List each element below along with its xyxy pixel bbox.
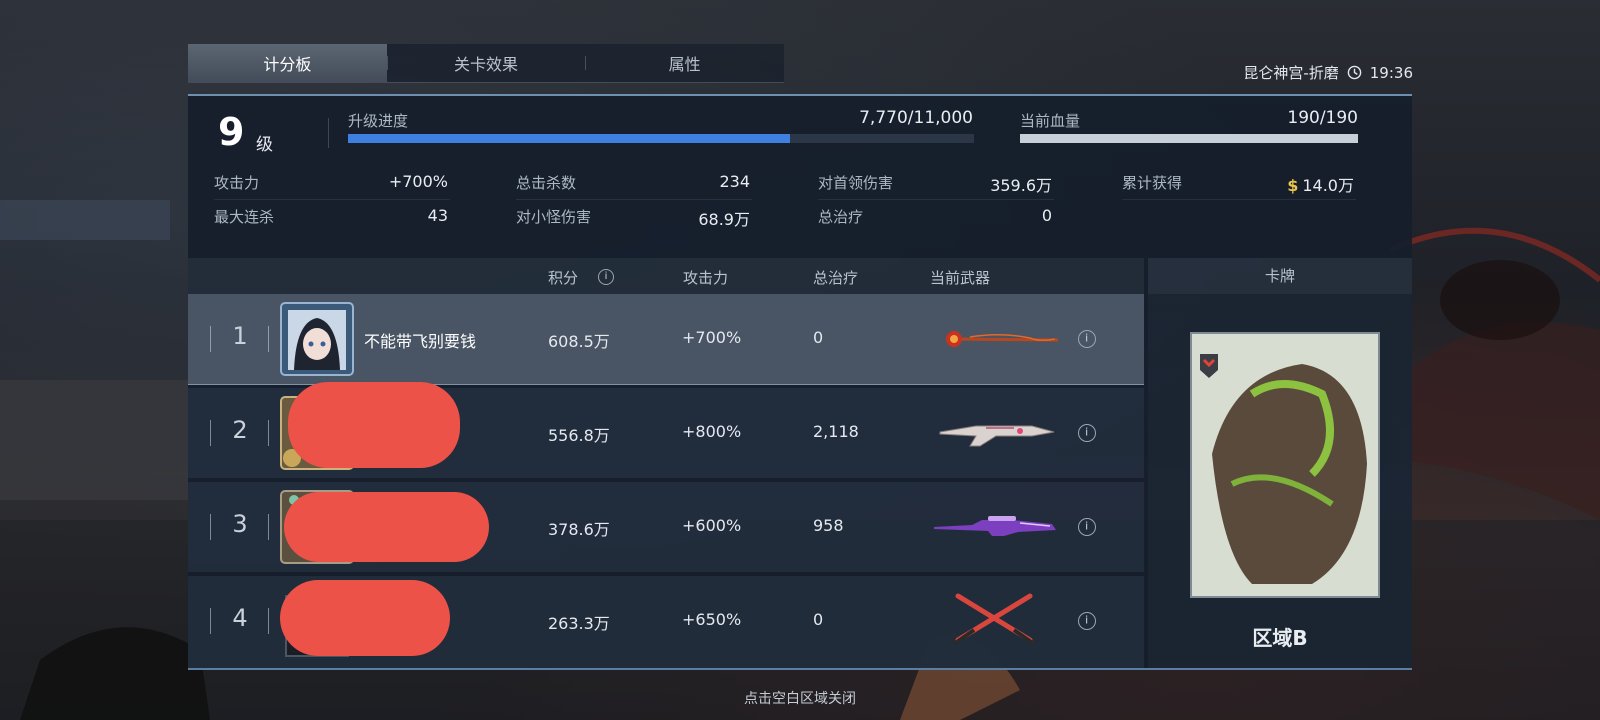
tab-bar: 计分板 关卡效果 属性 <box>188 44 784 83</box>
divider <box>818 199 1054 200</box>
header-heal: 总治疗 <box>813 269 859 287</box>
stat-minion-damage-label: 对小怪伤害 <box>516 208 592 226</box>
row-heal: 958 <box>813 516 844 535</box>
map-info: 昆仑神宫-折磨 19:36 <box>1243 62 1413 83</box>
stat-earned-value: $14.0万 <box>1248 172 1354 196</box>
row-score: 556.8万 <box>548 426 610 445</box>
stat-total-heal-label: 总治疗 <box>818 208 864 226</box>
purple-sniper-icon <box>934 516 1056 536</box>
stat-total-heal-value: 0 <box>1041 206 1052 225</box>
stat-earned-amount: 14.0万 <box>1302 176 1354 195</box>
card-panel: 卡牌 区域B <box>1148 258 1412 668</box>
stat-boss-damage-value: 359.6万 <box>990 176 1052 195</box>
divider <box>1122 199 1356 200</box>
card-name: 区域B <box>1252 626 1308 650</box>
row-score: 608.5万 <box>548 332 610 351</box>
row-rank: 4 <box>232 604 248 632</box>
tab-stage-effects[interactable]: 关卡效果 <box>386 44 586 82</box>
row-attack: +650% <box>682 610 742 629</box>
weapon-info-icon[interactable]: i <box>1074 608 1100 634</box>
header-attack: 攻击力 <box>683 269 729 287</box>
level-number: 9 <box>218 110 245 154</box>
row-rank: 2 <box>232 416 248 444</box>
divider <box>214 199 450 200</box>
upgrade-progress-fill <box>348 134 790 143</box>
table-header: 积分 i 攻击力 总治疗 当前武器 <box>188 258 1144 294</box>
upgrade-value: 7,770/11,000 <box>859 108 973 128</box>
clock-icon <box>1347 65 1362 80</box>
upgrade-label: 升级进度 <box>348 112 409 130</box>
stat-attack-label: 攻击力 <box>214 174 260 192</box>
redaction-mark <box>280 580 450 656</box>
stat-minion-damage-value: 68.9万 <box>698 210 750 229</box>
table-row[interactable]: 1 不能带飞别要钱 608.5万 +700% 0 i <box>188 294 1144 385</box>
row-heal: 0 <box>813 328 824 347</box>
stat-earned-label: 累计获得 <box>1122 174 1183 192</box>
redaction-mark <box>288 382 460 468</box>
health-label: 当前血量 <box>1020 112 1081 130</box>
card-image[interactable] <box>1190 332 1380 598</box>
stat-boss-damage-label: 对首领伤害 <box>818 174 894 192</box>
row-heal: 0 <box>813 610 824 629</box>
weapon-info-icon[interactable]: i <box>1074 514 1100 540</box>
crossed-blades-icon <box>952 593 1036 646</box>
player-name: 不能带飞别要钱 <box>364 332 477 351</box>
weapon-info-icon[interactable]: i <box>1074 420 1100 446</box>
health-bar <box>1020 134 1358 143</box>
stat-total-kills-label: 总击杀数 <box>516 174 577 192</box>
close-hint[interactable]: 点击空白区域关闭 <box>0 688 1600 708</box>
row-rank: 1 <box>232 322 248 350</box>
divider <box>328 118 329 148</box>
health-bar-fill <box>1020 134 1358 143</box>
row-score: 378.6万 <box>548 520 610 539</box>
table-row[interactable]: 2 556.8万 +800% 2,118 i <box>188 382 1144 478</box>
info-icon[interactable]: i <box>598 269 614 285</box>
divider <box>268 608 269 634</box>
stat-max-combo-value: 43 <box>427 206 448 225</box>
stat-max-combo-label: 最大连杀 <box>214 208 275 226</box>
header-weapon: 当前武器 <box>930 269 991 287</box>
table-row[interactable]: 4 263.3万 +650% 0 i <box>188 576 1144 668</box>
map-name: 昆仑神宫-折磨 <box>1243 64 1339 82</box>
row-score: 263.3万 <box>548 614 610 633</box>
stat-total-kills-value: 234 <box>719 172 750 191</box>
player-avatar <box>280 302 354 376</box>
monster-card-art-icon <box>1192 334 1378 596</box>
row-attack: +600% <box>682 516 742 535</box>
row-rank: 3 <box>232 510 248 538</box>
flame-staff-icon <box>946 331 1059 347</box>
table-row[interactable]: 3 378.6万 +600% 958 i <box>188 482 1144 572</box>
level-unit: 级 <box>256 135 273 155</box>
header-score: 积分 <box>548 269 579 287</box>
white-rifle-icon <box>939 425 1055 447</box>
match-time: 19:36 <box>1369 63 1413 82</box>
tab-scoreboard[interactable]: 计分板 <box>188 44 387 82</box>
divider <box>268 326 269 352</box>
divider <box>268 420 269 446</box>
redaction-mark <box>284 492 489 562</box>
divider <box>268 514 269 540</box>
divider <box>516 199 752 200</box>
currency-icon: $ <box>1287 176 1299 195</box>
row-heal: 2,118 <box>813 422 859 441</box>
row-attack: +700% <box>682 328 742 347</box>
scoreboard-panel: 9 级 升级进度 7,770/11,000 当前血量 190/190 攻击力 +… <box>188 94 1412 670</box>
tab-attributes[interactable]: 属性 <box>585 44 784 82</box>
upgrade-progress-bar <box>348 134 974 143</box>
stat-attack-value: +700% <box>388 172 448 191</box>
health-value: 190/190 <box>1287 108 1358 128</box>
weapon-info-icon[interactable]: i <box>1074 326 1100 352</box>
row-attack: +800% <box>682 422 742 441</box>
card-header: 卡牌 <box>1148 258 1412 294</box>
